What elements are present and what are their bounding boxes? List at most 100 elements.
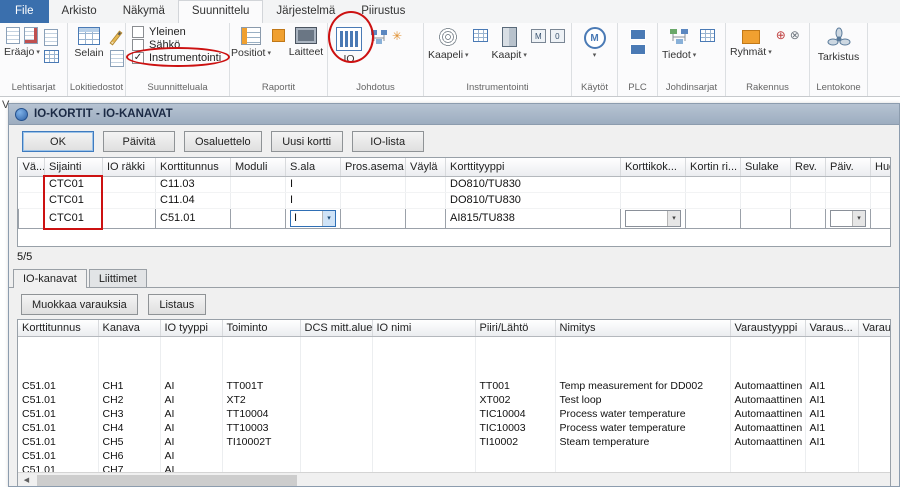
table-cell[interactable] [858, 435, 891, 449]
tarkistus-button[interactable]: Tarkistus [816, 26, 861, 64]
table-cell[interactable] [871, 176, 892, 192]
table-cell[interactable] [372, 435, 475, 449]
checkbox-sahko[interactable]: Sähkö [132, 38, 180, 51]
splice-point-icon[interactable]: ✳ [392, 29, 402, 45]
table-cell[interactable] [372, 351, 475, 365]
table-cell[interactable] [686, 192, 741, 208]
tab-liittimet[interactable]: Liittimet [89, 269, 147, 287]
table-cell[interactable]: AI [160, 407, 222, 421]
table-cell[interactable] [372, 407, 475, 421]
kaytot-button[interactable]: M ▾ [576, 26, 614, 60]
zero-tag-icon[interactable]: 0 [550, 29, 565, 43]
table-cell[interactable]: CH4 [98, 421, 160, 435]
ok-button[interactable]: OK [22, 131, 94, 152]
korttikoko-cell[interactable]: ▾ [621, 208, 686, 228]
column-header[interactable]: Kanava [98, 320, 160, 337]
table-cell[interactable]: CH5 [98, 435, 160, 449]
table-cell[interactable] [160, 365, 222, 379]
sheet-list-icon[interactable] [44, 50, 59, 63]
io-lista-button[interactable]: IO-lista [352, 131, 424, 152]
column-header[interactable]: Sulake [741, 158, 791, 176]
table-cell[interactable]: I [286, 176, 341, 192]
korttityyppi-cell[interactable]: AI815/TU838 [446, 208, 621, 228]
table-cell[interactable]: CH1 [98, 379, 160, 393]
table-cell[interactable]: C51.01 [18, 407, 98, 421]
table-cell[interactable] [805, 337, 858, 351]
vayla-cell[interactable] [406, 208, 446, 228]
table-cell[interactable] [555, 365, 730, 379]
tab-suunnittelu[interactable]: Suunnittelu [178, 0, 264, 23]
combo-arrow-icon[interactable]: ▾ [322, 211, 335, 226]
osaluettelo-button[interactable]: Osaluettelo [184, 131, 262, 152]
table-cell[interactable]: TT001T [222, 379, 300, 393]
table-cell[interactable] [475, 365, 555, 379]
column-header[interactable]: S.ala [286, 158, 341, 176]
horizontal-scrollbar[interactable]: ◀ [18, 472, 890, 487]
table-cell[interactable]: XT2 [222, 393, 300, 407]
table-cell[interactable] [858, 393, 891, 407]
table-cell[interactable]: C11.03 [156, 176, 231, 192]
position-marker-icon[interactable] [272, 29, 285, 42]
motor-tag-icon[interactable]: M [531, 29, 546, 43]
table-cell[interactable] [222, 351, 300, 365]
table-cell[interactable] [555, 351, 730, 365]
table-cell[interactable] [730, 337, 805, 351]
column-header[interactable]: Pros.asema [341, 158, 406, 176]
table-cell[interactable] [300, 337, 372, 351]
table-cell[interactable] [406, 192, 446, 208]
table-cell[interactable]: XT002 [475, 393, 555, 407]
checkbox-yleinen[interactable]: Yleinen [132, 25, 186, 38]
table-cell[interactable] [300, 365, 372, 379]
table-cell[interactable] [19, 192, 45, 208]
table-cell[interactable] [858, 351, 891, 365]
table-cell[interactable] [222, 337, 300, 351]
column-header[interactable]: Korttikok... [621, 158, 686, 176]
table-cell[interactable] [18, 365, 98, 379]
harness-list-icon[interactable] [700, 29, 715, 42]
kaapit-button[interactable]: Kaapit▾ [490, 26, 529, 62]
table-cell[interactable]: CH3 [98, 407, 160, 421]
tab-io-kanavat[interactable]: IO-kanavat [13, 269, 87, 288]
table-cell[interactable]: AI [160, 421, 222, 435]
table-cell[interactable]: AI [160, 449, 222, 463]
table-cell[interactable]: TI10002T [222, 435, 300, 449]
rev-cell[interactable] [791, 208, 826, 228]
row-indicator-cell[interactable] [19, 208, 45, 228]
io-rakki-cell[interactable] [103, 208, 156, 228]
pros-asema-cell[interactable] [341, 208, 406, 228]
combo-arrow-icon[interactable]: ▾ [667, 211, 680, 226]
column-header[interactable]: IO nimi [372, 320, 475, 337]
table-cell[interactable]: TT001 [475, 379, 555, 393]
table-cell[interactable] [300, 351, 372, 365]
table-cell[interactable] [858, 365, 891, 379]
table-row[interactable]: C51.01CH5AITI10002TTI10002Steam temperat… [18, 435, 891, 449]
remove-group-icon[interactable]: ⊗ [790, 29, 800, 42]
harness-branch-icon[interactable] [370, 29, 388, 45]
cable-list-icon[interactable] [473, 29, 488, 42]
tiedot-button[interactable]: Tiedot▾ [660, 26, 698, 62]
table-cell[interactable] [341, 176, 406, 192]
table-cell[interactable]: TI10002 [475, 435, 555, 449]
table-cell[interactable]: TIC10003 [475, 421, 555, 435]
table-cell[interactable] [300, 449, 372, 463]
table-cell[interactable] [871, 192, 892, 208]
table-row[interactable]: C51.01CH1AITT001TTT001Temp measurement f… [18, 379, 891, 393]
column-header[interactable]: Sijainti [45, 158, 103, 176]
table-cell[interactable]: AI [160, 393, 222, 407]
column-header[interactable]: Kortin ri... [686, 158, 741, 176]
table-cell[interactable]: C11.04 [156, 192, 231, 208]
table-cell[interactable] [372, 393, 475, 407]
uusi-kortti-button[interactable]: Uusi kortti [271, 131, 343, 152]
selain-button[interactable]: Selain [70, 26, 108, 60]
table-cell[interactable] [475, 351, 555, 365]
edit-log-icon[interactable] [109, 30, 122, 45]
table-cell[interactable] [858, 379, 891, 393]
tab-arkisto[interactable]: Arkisto [49, 0, 110, 23]
table-cell[interactable] [858, 337, 891, 351]
paiv-combobox[interactable]: ▾ [830, 210, 866, 227]
table-cell[interactable]: Test loop [555, 393, 730, 407]
table-cell[interactable] [341, 192, 406, 208]
table-cell[interactable] [300, 379, 372, 393]
table-cell[interactable] [805, 351, 858, 365]
korttikoko-combobox[interactable]: ▾ [625, 210, 681, 227]
